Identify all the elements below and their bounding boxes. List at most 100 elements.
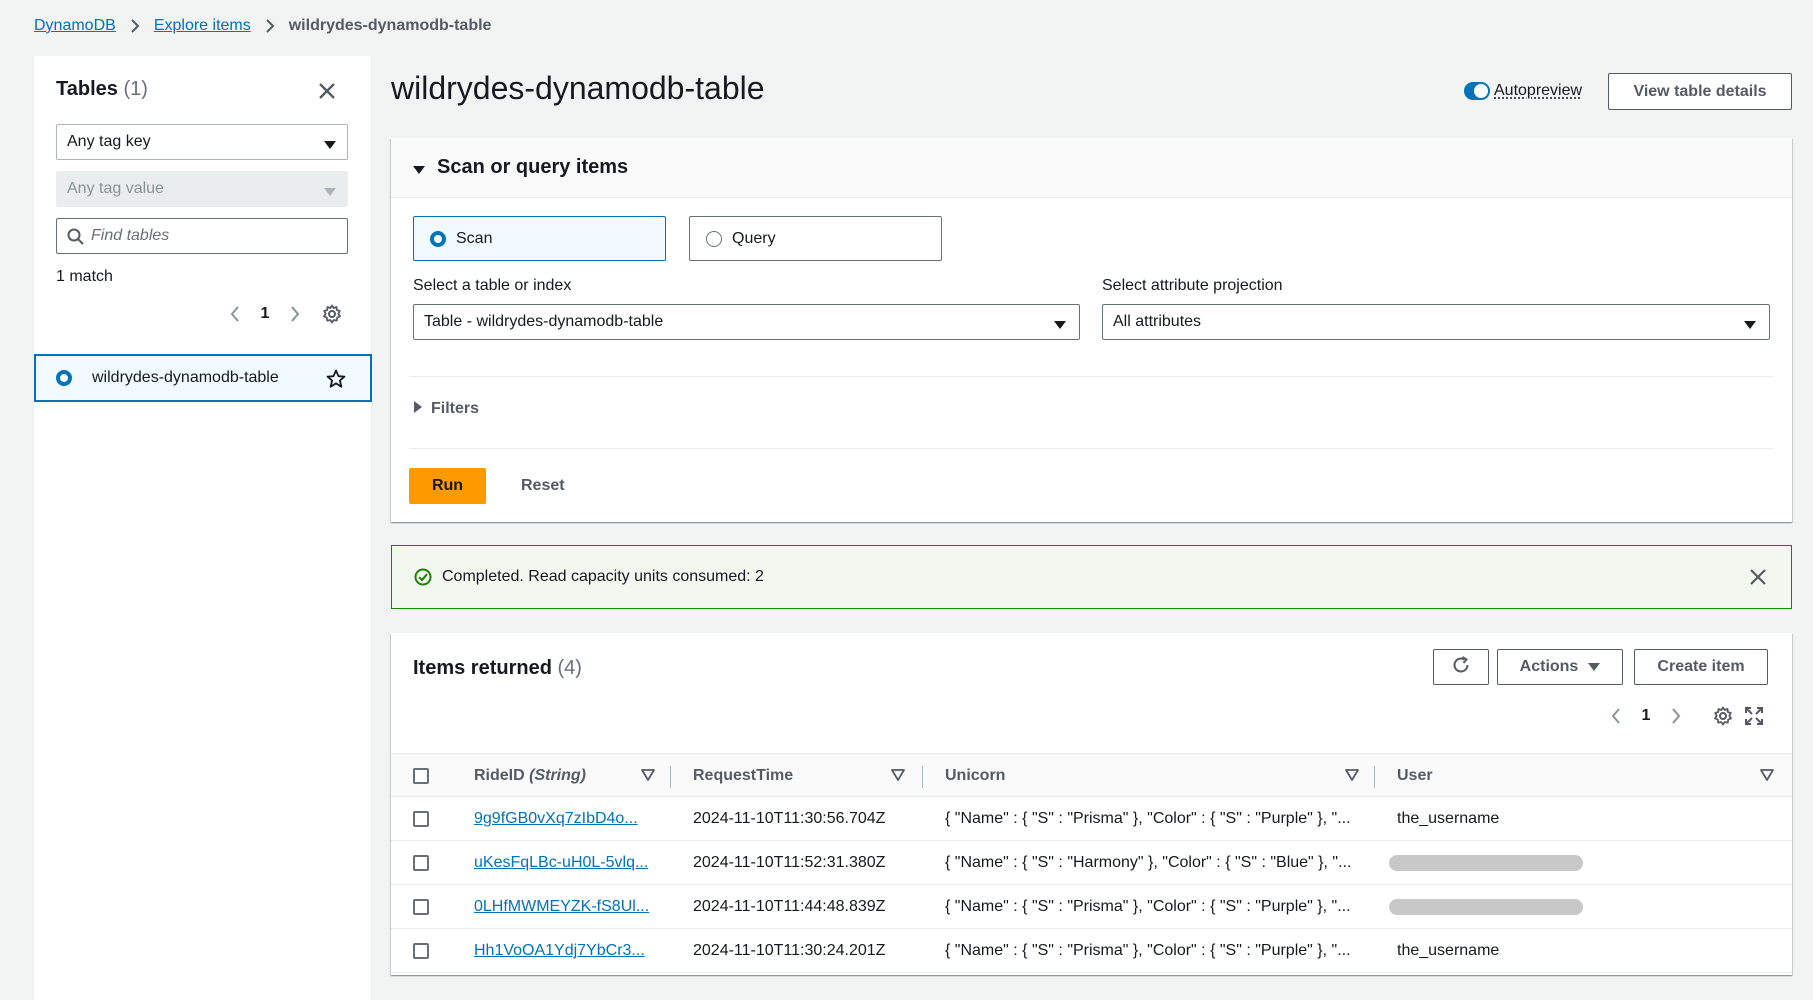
chevron-left-icon[interactable] <box>220 299 250 329</box>
projection-label: Select attribute projection <box>1102 277 1283 294</box>
search-icon <box>67 228 85 251</box>
autopreview-label: Autopreview <box>1494 82 1583 99</box>
column-header-requesttime[interactable]: RequestTime <box>693 754 793 798</box>
autopreview-toggle[interactable]: Autopreview <box>1464 82 1582 100</box>
chevron-right-icon[interactable] <box>1661 701 1691 731</box>
caret-down-icon <box>1743 317 1757 335</box>
table-item-name: wildrydes-dynamodb-table <box>92 369 279 386</box>
items-pagination: 1 <box>1601 701 1691 731</box>
scan-query-panel: Scan or query items Scan Query Select a … <box>391 138 1792 522</box>
scan-option[interactable]: Scan <box>413 216 666 261</box>
table-header: RideID (String) RequestTime Unicorn User <box>391 753 1792 797</box>
table-index-label: Select a table or index <box>413 277 572 294</box>
ride-id-link[interactable]: Hh1VoOA1Ydj7YbCr3... <box>474 942 645 960</box>
redacted-value <box>1389 855 1583 871</box>
caret-down-icon <box>323 137 337 155</box>
refresh-icon <box>1451 655 1471 680</box>
ride-id-link[interactable]: uKesFqLBc-uH0L-5vlq... <box>474 854 648 872</box>
unicorn-cell: { "Name" : { "S" : "Prisma" }, "Color" :… <box>945 898 1351 915</box>
sort-icon[interactable] <box>1760 768 1774 787</box>
row-checkbox[interactable] <box>413 943 429 959</box>
scan-radio[interactable] <box>430 230 446 247</box>
table-row: 9g9fGB0vXq7zIbD4o... 2024-11-10T11:30:56… <box>391 797 1792 841</box>
items-returned-title: Items returned (4) <box>413 657 582 679</box>
row-checkbox[interactable] <box>413 811 429 827</box>
tag-value-select: Any tag value <box>56 171 348 207</box>
page-number[interactable]: 1 <box>250 305 280 323</box>
caret-down-icon <box>1588 662 1601 672</box>
column-header-rideid[interactable]: RideID (String) <box>474 754 586 798</box>
gear-icon[interactable] <box>322 304 342 329</box>
column-divider[interactable] <box>922 766 923 788</box>
breadcrumb: DynamoDB Explore items wildrydes-dynamod… <box>34 14 491 38</box>
success-flash: Completed. Read capacity units consumed:… <box>391 545 1792 609</box>
actions-dropdown[interactable]: Actions <box>1497 649 1623 685</box>
sort-icon[interactable] <box>641 768 655 787</box>
run-button[interactable]: Run <box>409 468 486 504</box>
column-divider[interactable] <box>670 766 671 788</box>
query-option[interactable]: Query <box>689 216 942 261</box>
find-tables-search[interactable] <box>56 218 348 254</box>
star-icon[interactable] <box>326 369 346 394</box>
user-cell: the_username <box>1397 942 1500 959</box>
chevron-right-icon[interactable] <box>280 299 310 329</box>
unicorn-cell: { "Name" : { "S" : "Prisma" }, "Color" :… <box>945 942 1351 959</box>
close-icon[interactable] <box>1749 568 1767 591</box>
user-cell-redacted <box>1389 841 1583 885</box>
refresh-button[interactable] <box>1433 649 1489 685</box>
table-row: 0LHfMWMEYZK-fS8Ul... 2024-11-10T11:44:48… <box>391 885 1792 929</box>
table-row: uKesFqLBc-uH0L-5vlq... 2024-11-10T11:52:… <box>391 841 1792 885</box>
row-checkbox[interactable] <box>413 855 429 871</box>
divider <box>409 448 1774 449</box>
caret-down-icon <box>323 184 337 202</box>
column-header-unicorn[interactable]: Unicorn <box>945 754 1005 798</box>
request-time-cell: 2024-11-10T11:30:24.201Z <box>693 942 886 959</box>
caret-down-icon <box>1053 317 1067 335</box>
query-radio[interactable] <box>706 230 722 247</box>
sort-icon[interactable] <box>1345 768 1359 787</box>
request-time-cell: 2024-11-10T11:52:31.380Z <box>693 854 886 871</box>
gear-icon[interactable] <box>1713 706 1733 731</box>
triangle-right-icon <box>413 400 423 418</box>
table-radio[interactable] <box>56 370 72 386</box>
find-tables-input[interactable] <box>91 227 331 245</box>
reset-button[interactable]: Reset <box>521 468 565 504</box>
scan-query-header[interactable]: Scan or query items <box>391 138 1792 198</box>
user-cell: the_username <box>1397 810 1500 827</box>
items-count: (4) <box>557 657 582 679</box>
create-item-button[interactable]: Create item <box>1634 649 1768 685</box>
attribute-projection-select[interactable]: All attributes <box>1102 304 1770 340</box>
unicorn-cell: { "Name" : { "S" : "Prisma" }, "Color" :… <box>945 810 1351 827</box>
tag-key-select[interactable]: Any tag key <box>56 124 348 160</box>
tables-panel-title: Tables (1) <box>56 78 148 100</box>
column-header-user[interactable]: User <box>1397 754 1433 798</box>
sort-icon[interactable] <box>891 768 905 787</box>
ride-id-link[interactable]: 0LHfMWMEYZK-fS8Ul... <box>474 898 649 916</box>
view-table-details-button[interactable]: View table details <box>1608 73 1792 110</box>
page-number[interactable]: 1 <box>1631 707 1661 725</box>
triangle-down-icon <box>413 158 425 181</box>
items-returned-panel: Items returned (4) Actions Create item 1… <box>391 633 1792 975</box>
toggle-switch[interactable] <box>1464 82 1490 100</box>
user-cell-redacted <box>1389 885 1583 929</box>
table-index-select[interactable]: Table - wildrydes-dynamodb-table <box>413 304 1080 340</box>
filters-expander[interactable]: Filters <box>413 400 479 418</box>
redacted-value <box>1389 899 1583 915</box>
select-all-checkbox[interactable] <box>413 768 429 784</box>
breadcrumb-link-explore-items[interactable]: Explore items <box>154 17 251 35</box>
chevron-right-icon <box>265 19 275 33</box>
chevron-right-icon <box>130 19 140 33</box>
row-checkbox[interactable] <box>413 899 429 915</box>
chevron-left-icon[interactable] <box>1601 701 1631 731</box>
flash-message: Completed. Read capacity units consumed:… <box>442 568 764 585</box>
table-list-item[interactable]: wildrydes-dynamodb-table <box>34 354 372 402</box>
breadcrumb-link-dynamodb[interactable]: DynamoDB <box>34 17 116 35</box>
close-icon[interactable] <box>316 80 338 102</box>
column-divider[interactable] <box>1374 766 1375 788</box>
check-circle-icon <box>414 568 432 586</box>
table-row: Hh1VoOA1Ydj7YbCr3... 2024-11-10T11:30:24… <box>391 929 1792 973</box>
divider <box>409 376 1774 377</box>
expand-icon[interactable] <box>1744 706 1764 731</box>
page-title: wildrydes-dynamodb-table <box>391 70 765 106</box>
ride-id-link[interactable]: 9g9fGB0vXq7zIbD4o... <box>474 810 638 828</box>
